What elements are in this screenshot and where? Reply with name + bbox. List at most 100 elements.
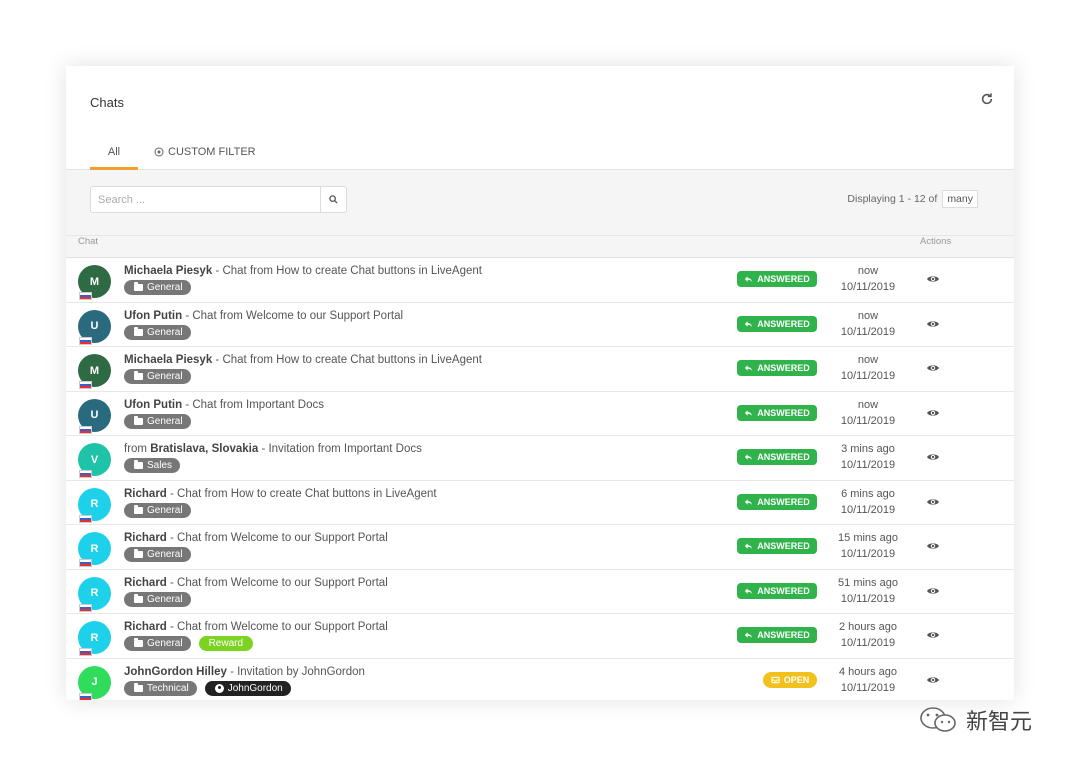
status-badge: ANSWERED	[737, 627, 817, 643]
chat-description: - Chat from How to create Chat buttons i…	[166, 487, 437, 500]
chat-time: now 10/11/2019	[826, 263, 910, 295]
chat-description: - Chat from How to create Chat buttons i…	[212, 354, 482, 366]
chat-time: 51 mins ago 10/11/2019	[826, 575, 910, 607]
chat-row[interactable]: U Ufon Putin - Chat from Welcome to our …	[66, 302, 1014, 347]
chat-description: - Chat from Welcome to our Support Porta…	[182, 309, 404, 322]
user-icon	[214, 683, 224, 693]
tag-agent[interactable]: JohnGordon	[204, 680, 291, 696]
status-label: OPEN	[783, 674, 810, 685]
search-input[interactable]	[91, 187, 320, 212]
status-label: ANSWERED	[757, 630, 810, 640]
view-eye-icon[interactable]	[926, 363, 940, 373]
add-circle-icon	[154, 147, 164, 157]
name-prefix: from	[124, 443, 151, 455]
chat-title: JohnGordon Hilley - Invitation by JohnGo…	[124, 666, 365, 678]
tag-list: General	[124, 547, 388, 562]
chat-date: 10/11/2019	[840, 459, 896, 471]
tag-list: General Reward	[124, 636, 388, 651]
relative-time: now	[857, 354, 879, 366]
chat-time: 2 hours ago 10/11/2019	[826, 619, 910, 651]
tab-all[interactable]: All	[90, 139, 138, 170]
chat-date: 10/11/2019	[840, 592, 896, 605]
status-badge: ANSWERED	[737, 493, 817, 510]
view-eye-icon[interactable]	[926, 319, 940, 329]
tag-label: Sales	[147, 460, 173, 471]
tag-list: General	[124, 280, 482, 295]
tag-label: General	[147, 282, 183, 293]
watermark: 新智元	[918, 704, 1032, 736]
search-button[interactable]	[320, 187, 346, 212]
chat-row[interactable]: M Michaela Piesyk - Chat from How to cre…	[66, 258, 1014, 303]
relative-time: 15 mins ago	[838, 532, 898, 544]
tag-label: General	[147, 371, 183, 382]
chat-date: 10/11/2019	[840, 637, 896, 649]
contact-name: JohnGordon Hilley	[124, 665, 227, 678]
tag-department[interactable]: General	[124, 324, 191, 340]
tag-department[interactable]: General	[124, 547, 191, 562]
tag-label: General	[147, 504, 183, 516]
filter-bar: Displaying 1 - 12 of many	[66, 170, 1014, 236]
view-eye-icon[interactable]	[926, 630, 940, 640]
chat-date: 10/11/2019	[840, 503, 896, 516]
tag-department[interactable]: Sales	[124, 458, 181, 473]
status-badge: ANSWERED	[737, 538, 817, 554]
chat-title: Richard - Chat from Welcome to our Suppo…	[124, 621, 388, 633]
status-label: ANSWERED	[757, 452, 810, 462]
tab-custom-filter[interactable]: CUSTOM FILTER	[154, 139, 256, 170]
chat-row[interactable]: R Richard - Chat from Welcome to our Sup…	[66, 569, 1014, 614]
tag-department[interactable]: General	[124, 636, 191, 651]
tag-label: General	[147, 549, 183, 560]
view-eye-icon[interactable]	[926, 497, 940, 507]
status-label: ANSWERED	[757, 496, 810, 507]
table-header: Chat Actions	[66, 236, 1014, 258]
chat-list: M Michaela Piesyk - Chat from How to cre…	[66, 258, 1014, 700]
chat-row[interactable]: R Richard - Chat from Welcome to our Sup…	[66, 614, 1014, 659]
status-label: ANSWERED	[757, 585, 810, 596]
status-label: ANSWERED	[757, 363, 810, 373]
folder-icon	[134, 638, 143, 647]
chat-description: - Chat from How to create Chat buttons i…	[212, 265, 482, 277]
tag-department[interactable]: General	[124, 413, 191, 429]
view-eye-icon[interactable]	[926, 452, 940, 462]
chat-content: Michaela Piesyk - Chat from How to creat…	[124, 354, 482, 384]
tag-reward[interactable]: Reward	[198, 636, 254, 651]
status-badge: ANSWERED	[737, 360, 817, 376]
chat-content: Ufon Putin - Chat from Welcome to our Su…	[124, 310, 403, 340]
status-badge: ANSWERED	[737, 315, 817, 332]
chat-row[interactable]: M Michaela Piesyk - Chat from How to cre…	[66, 347, 1014, 392]
view-eye-icon[interactable]	[926, 675, 940, 685]
tag-department[interactable]: General	[124, 502, 191, 518]
total-count-button[interactable]: many	[942, 190, 978, 208]
chat-date: 10/11/2019	[840, 414, 896, 427]
chat-row[interactable]: U Ufon Putin - Chat from Important Docs …	[66, 391, 1014, 436]
reply-icon	[745, 454, 753, 461]
chat-date: 10/11/2019	[840, 281, 896, 293]
chat-date: 10/11/2019	[840, 548, 896, 560]
tag-list: General	[124, 369, 482, 384]
chat-title: Ufon Putin - Chat from Important Docs	[124, 399, 324, 411]
status-label: ANSWERED	[757, 541, 810, 551]
chat-time: 3 mins ago 10/11/2019	[826, 441, 910, 473]
view-eye-icon[interactable]	[926, 408, 940, 418]
chat-row[interactable]: J JohnGordon Hilley - Invitation by John…	[66, 658, 1014, 700]
view-eye-icon[interactable]	[926, 274, 940, 284]
contact-name: Richard	[124, 532, 167, 544]
search-box	[90, 186, 347, 213]
chat-row[interactable]: R Richard - Chat from How to create Chat…	[66, 480, 1014, 525]
tag-list: General	[124, 413, 324, 429]
tag-department[interactable]: General	[124, 369, 191, 384]
folder-icon	[134, 326, 143, 336]
view-eye-icon[interactable]	[926, 586, 940, 596]
tag-department[interactable]: Technical	[124, 680, 197, 696]
folder-icon	[134, 460, 143, 469]
chat-row[interactable]: V from Bratislava, Slovakia - Invitation…	[66, 436, 1014, 481]
slovakia-flag-icon	[79, 425, 92, 434]
chat-description: - Chat from Welcome to our Support Porta…	[166, 532, 388, 544]
view-eye-icon[interactable]	[926, 541, 940, 551]
tag-department[interactable]: General	[124, 591, 191, 607]
tab-custom-filter-label: CUSTOM FILTER	[168, 146, 256, 158]
tag-department[interactable]: General	[124, 280, 191, 295]
refresh-icon[interactable]	[980, 92, 994, 106]
chat-title: Michaela Piesyk - Chat from How to creat…	[124, 354, 482, 366]
chat-row[interactable]: R Richard - Chat from Welcome to our Sup…	[66, 525, 1014, 570]
